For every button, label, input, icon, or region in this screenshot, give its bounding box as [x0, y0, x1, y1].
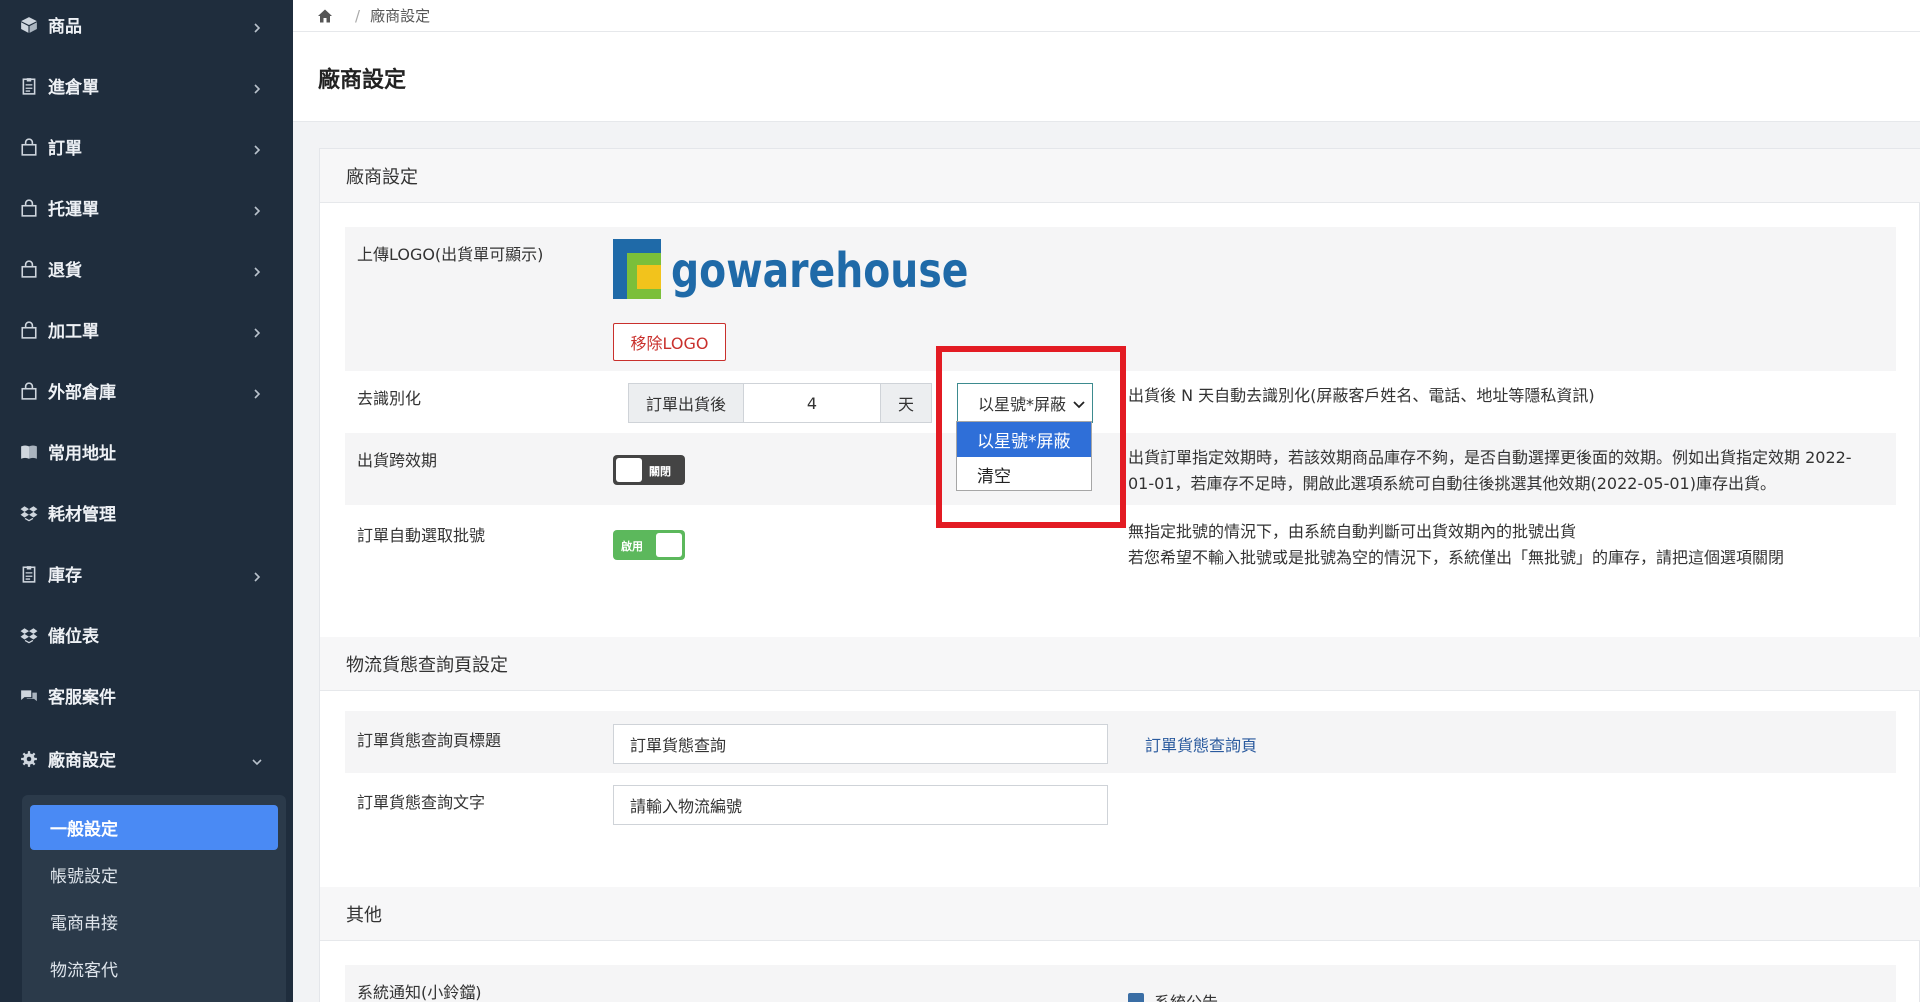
page-header: 廠商設定 — [293, 32, 1920, 122]
settings-card: 廠商設定 上傳LOGO(出貨單可顯示) gowarehouse 移除LOGO 去… — [319, 148, 1920, 1002]
cross-expiry-label: 出貨跨效期 — [357, 451, 438, 470]
sidebar-item-label: 廠商設定 — [48, 751, 116, 771]
chevron-right-icon — [251, 19, 263, 33]
submenu-item-logistics-codes[interactable]: 物流客代 — [30, 946, 278, 991]
sidebar-item-label: 托運單 — [48, 200, 99, 220]
cross-expiry-description-line1: 出貨訂單指定效期時，若該效期商品庫存不夠，是否自動選擇更後面的效期。例如出貨指定… — [1128, 448, 1852, 467]
bag-icon — [20, 198, 38, 217]
sidebar-item-label: 訂單 — [48, 139, 82, 159]
toggle-label: 啟用 — [621, 540, 643, 553]
sidebar-item-orders[interactable]: 訂單 — [0, 116, 293, 177]
toggle-knob — [616, 458, 642, 482]
submenu-item-general[interactable]: 一般設定 — [30, 805, 278, 850]
book-icon — [20, 443, 38, 461]
sidebar-item-label: 儲位表 — [48, 627, 99, 647]
tracking-page-link[interactable]: 訂單貨態查詢頁 — [1145, 732, 1257, 756]
sidebar-item-waybills[interactable]: 托運單 — [0, 177, 293, 238]
gear-icon — [20, 750, 38, 768]
sidebar-item-inventory[interactable]: 庫存 — [0, 543, 293, 604]
cross-expiry-description-line2: 01-01，若庫存不足時，開啟此選項系統可自動往後挑選其他效期(2022-05-… — [1128, 474, 1776, 493]
breadcrumb-separator: / — [355, 6, 361, 25]
sidebar: 商品 進倉單 訂單 托運單 退貨 加工單 外部倉庫 常用地址 耗材管理 庫存 儲… — [0, 0, 293, 1002]
sidebar-item-support-cases[interactable]: 客服案件 — [0, 665, 293, 726]
sidebar-item-label: 耗材管理 — [48, 505, 116, 525]
sidebar-item-external-warehouse[interactable]: 外部倉庫 — [0, 360, 293, 421]
logo-label: 上傳LOGO(出貨單可顯示) — [357, 245, 544, 264]
sidebar-item-products[interactable]: 商品 — [0, 0, 293, 55]
bag-icon — [20, 137, 38, 156]
chevron-right-icon — [251, 202, 263, 216]
cross-expiry-toggle[interactable]: 關閉 — [613, 455, 685, 485]
sidebar-item-label: 客服案件 — [48, 688, 116, 708]
sidebar-item-label: 常用地址 — [48, 444, 116, 464]
bag-icon — [20, 381, 38, 400]
deidentify-prefix: 訂單出貨後 — [629, 384, 743, 422]
clipboard-icon — [20, 77, 38, 95]
highlight-annotation-box — [936, 346, 1126, 528]
auto-batch-toggle[interactable]: 啟用 — [613, 530, 685, 560]
page-title: 廠商設定 — [318, 68, 407, 93]
deidentify-label: 去識別化 — [357, 389, 422, 408]
deidentify-suffix: 天 — [881, 384, 931, 422]
sidebar-item-processing[interactable]: 加工單 — [0, 299, 293, 360]
chevron-down-icon — [251, 753, 263, 765]
section-title-vendor: 廠商設定 — [320, 149, 1920, 203]
tracking-query-text-label: 訂單貨態查詢文字 — [357, 793, 486, 812]
auto-batch-description-line1: 無指定批號的情況下，由系統自動判斷可出貨效期內的批號出貨 — [1128, 522, 1577, 541]
deidentify-days-input[interactable]: 4 — [743, 384, 881, 422]
auto-batch-description-line2: 若您希望不輸入批號或是批號為空的情況下，系統僅出「無批號」的庫存，請把這個選項關… — [1128, 548, 1785, 567]
chevron-right-icon — [251, 568, 263, 582]
logo-text: gowarehouse — [671, 243, 969, 299]
cube-icon — [20, 16, 38, 34]
bag-icon — [20, 320, 38, 339]
chevron-right-icon — [251, 385, 263, 399]
chevron-right-icon — [251, 80, 263, 94]
comments-icon — [20, 687, 38, 705]
submenu-item-ecommerce[interactable]: 電商串接 — [30, 899, 278, 944]
section-title-other: 其他 — [320, 887, 1920, 941]
tracking-page-title-input[interactable]: 訂單貨態查詢 — [613, 724, 1108, 764]
dropbox-icon — [20, 626, 38, 644]
section-title-logistics: 物流貨態查詢頁設定 — [320, 637, 1920, 691]
vendor-settings-submenu: 一般設定 帳號設定 電商串接 物流客代 — [22, 795, 286, 1002]
sidebar-item-storage-map[interactable]: 儲位表 — [0, 604, 293, 665]
clipboard-icon — [20, 565, 38, 583]
auto-batch-label: 訂單自動選取批號 — [357, 526, 486, 545]
chevron-right-icon — [251, 324, 263, 338]
system-announcement-label: 系統公告 — [1154, 989, 1218, 1002]
sidebar-item-label: 進倉單 — [48, 78, 99, 98]
sidebar-item-label: 加工單 — [48, 322, 99, 342]
toggle-label: 關閉 — [649, 465, 671, 478]
row-tracking-page-title — [345, 711, 1896, 773]
chevron-right-icon — [251, 263, 263, 277]
breadcrumb: / 廠商設定 — [293, 0, 1920, 32]
chevron-right-icon — [251, 141, 263, 155]
deidentify-description: 出貨後 N 天自動去識別化(屏蔽客戶姓名、電話、地址等隱私資訊) — [1128, 386, 1595, 405]
home-icon[interactable] — [317, 8, 333, 24]
sidebar-item-vendor-settings[interactable]: 廠商設定 — [0, 728, 293, 789]
system-announcement-checkbox[interactable] — [1128, 993, 1144, 1002]
sidebar-item-label: 庫存 — [48, 566, 82, 586]
sidebar-item-inbound[interactable]: 進倉單 — [0, 55, 293, 116]
system-notify-label: 系統通知(小鈴鐺) — [357, 983, 482, 1002]
company-logo-icon — [613, 239, 661, 303]
sidebar-item-label: 商品 — [48, 17, 82, 37]
deidentify-days-group: 訂單出貨後 4 天 — [628, 383, 932, 423]
row-system-notify — [345, 965, 1896, 1002]
tracking-query-text-input[interactable]: 請輸入物流編號 — [613, 785, 1108, 825]
dropbox-icon — [20, 504, 38, 522]
sidebar-item-materials[interactable]: 耗材管理 — [0, 482, 293, 543]
breadcrumb-current: 廠商設定 — [370, 7, 431, 25]
tracking-page-title-label: 訂單貨態查詢頁標題 — [357, 731, 502, 750]
sidebar-item-label: 外部倉庫 — [48, 383, 116, 403]
remove-logo-button[interactable]: 移除LOGO — [613, 323, 726, 361]
bag-icon — [20, 259, 38, 278]
toggle-knob — [656, 533, 682, 557]
sidebar-item-returns[interactable]: 退貨 — [0, 238, 293, 299]
submenu-item-accounts[interactable]: 帳號設定 — [30, 852, 278, 897]
sidebar-item-label: 退貨 — [48, 261, 82, 281]
sidebar-item-addresses[interactable]: 常用地址 — [0, 421, 293, 482]
logo-preview: gowarehouse — [613, 239, 1034, 303]
